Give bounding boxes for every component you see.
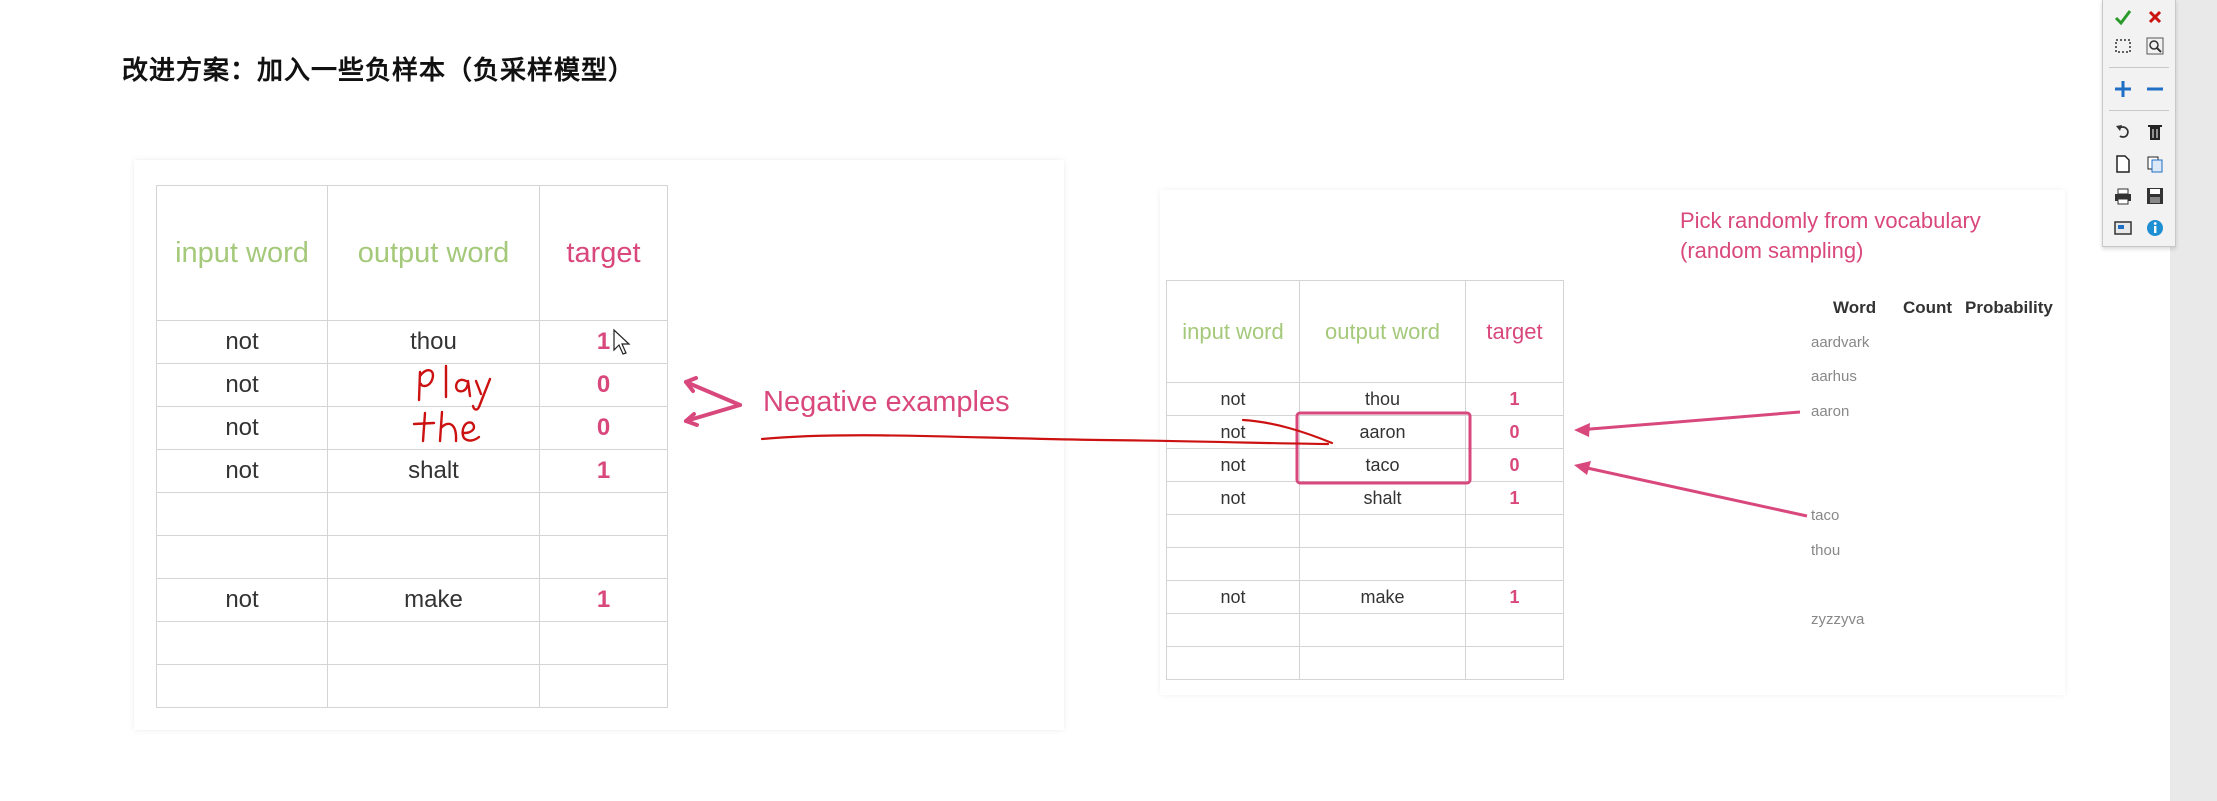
floating-toolbar bbox=[2102, 0, 2176, 247]
check-icon[interactable] bbox=[2110, 4, 2136, 30]
select-region-icon[interactable] bbox=[2110, 33, 2136, 59]
annotation-overlay bbox=[412, 328, 1808, 518]
mouse-cursor-icon bbox=[613, 328, 631, 355]
negative-bracket-arrow bbox=[684, 376, 742, 427]
zoom-icon[interactable] bbox=[2142, 33, 2168, 59]
close-icon[interactable] bbox=[2142, 4, 2168, 30]
print-icon[interactable] bbox=[2110, 183, 2136, 209]
trash-icon[interactable] bbox=[2142, 119, 2168, 145]
vocab-arrow-taco bbox=[1577, 464, 1808, 518]
arrow-head-icon bbox=[1574, 461, 1591, 475]
negative-samples-box bbox=[1295, 411, 1472, 485]
copy-icon[interactable] bbox=[2142, 151, 2168, 177]
vocab-arrow-aaron bbox=[1577, 410, 1801, 432]
save-icon[interactable] bbox=[2142, 183, 2168, 209]
info-icon[interactable] bbox=[2142, 215, 2168, 241]
plus-icon[interactable] bbox=[2110, 76, 2136, 102]
handdrawn-red-arrow bbox=[760, 418, 1334, 446]
handwritten-the bbox=[412, 410, 481, 443]
arrow-head-icon bbox=[1574, 423, 1590, 437]
undo-icon[interactable] bbox=[2110, 119, 2136, 145]
screen-icon[interactable] bbox=[2110, 215, 2136, 241]
minus-icon[interactable] bbox=[2142, 76, 2168, 102]
handwritten-play bbox=[417, 364, 492, 411]
new-page-icon[interactable] bbox=[2110, 151, 2136, 177]
